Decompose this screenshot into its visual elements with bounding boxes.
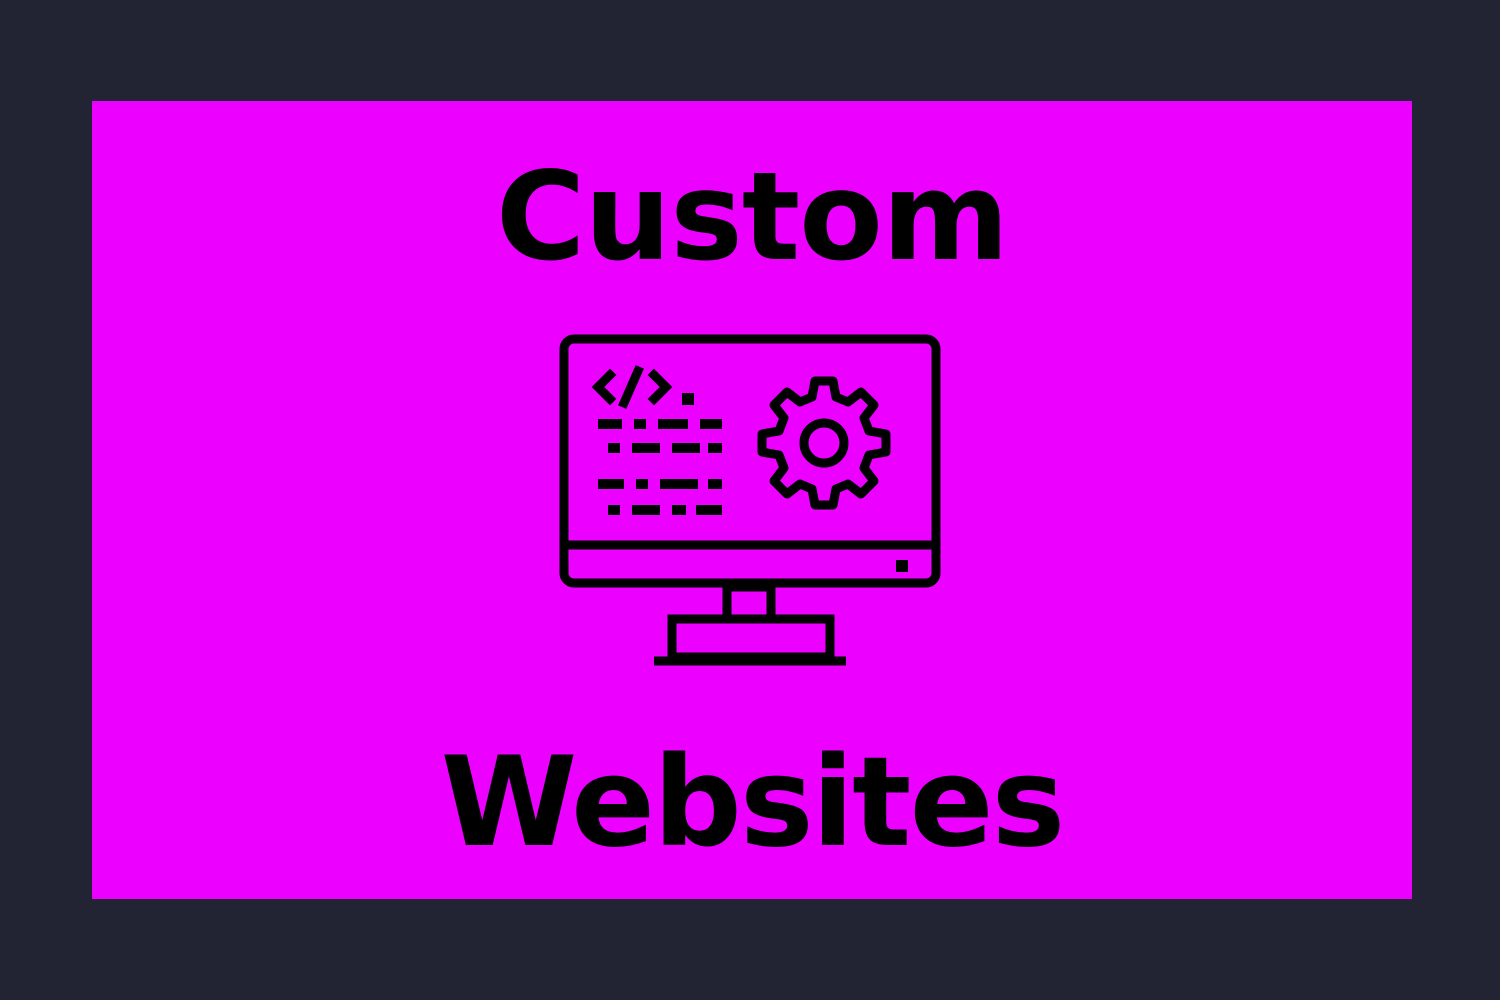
code-tag-icon [591, 365, 694, 409]
monitor-stand-base [667, 614, 835, 662]
monitor-code-gear-icon [550, 331, 950, 671]
power-indicator-icon [896, 560, 908, 572]
monitor-stand-neck [722, 582, 776, 624]
heading-custom: Custom [495, 146, 1009, 288]
heading-websites: Websites [440, 731, 1066, 875]
code-lines [598, 419, 722, 515]
promo-card: Custom Websites [92, 101, 1412, 899]
gear-icon [757, 376, 891, 510]
